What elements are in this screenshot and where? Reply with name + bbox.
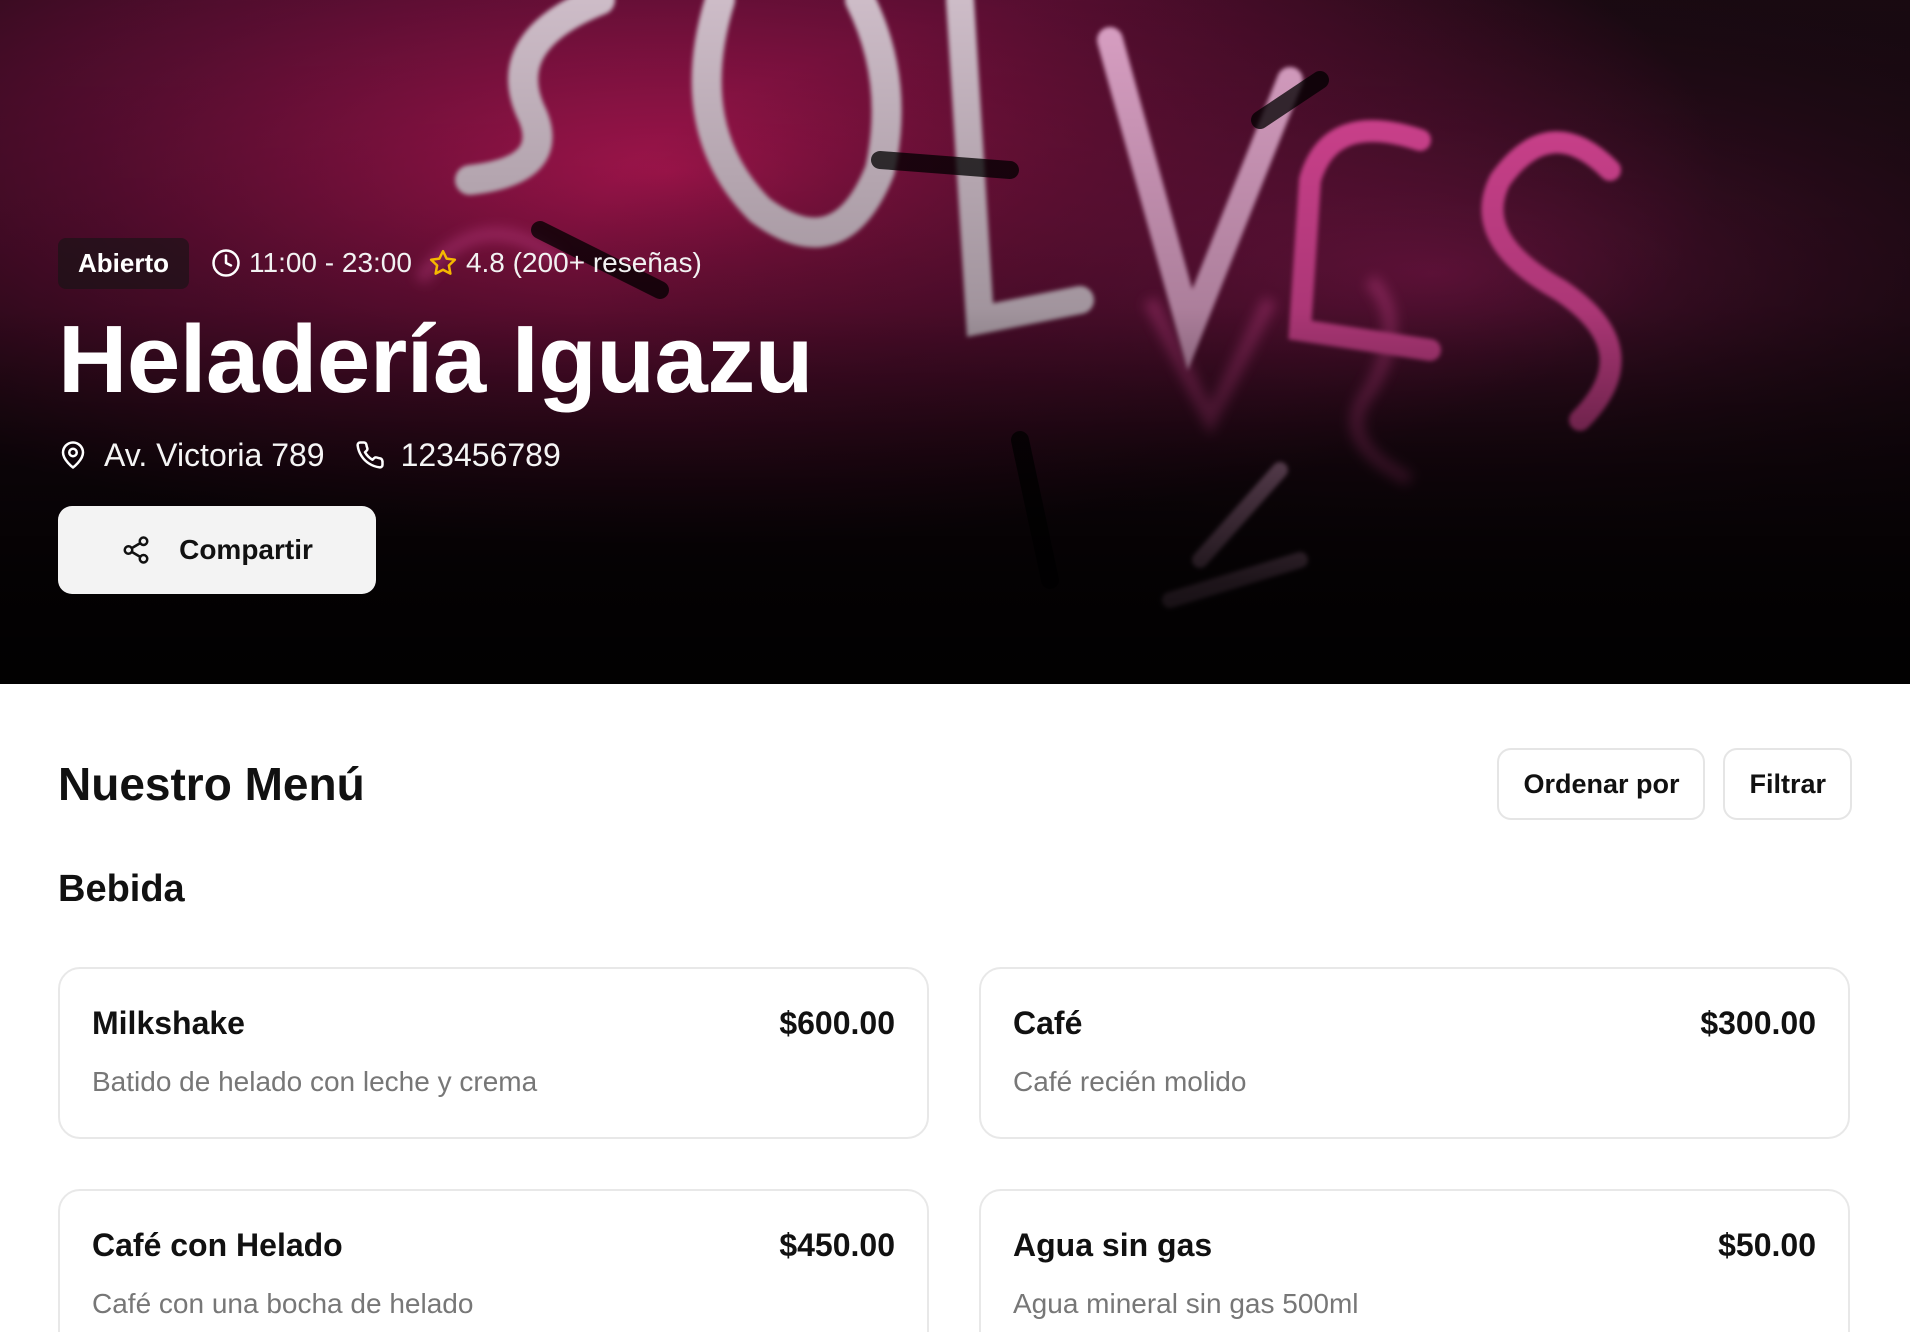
opening-hours: 11:00 - 23:00 xyxy=(211,247,412,279)
menu-item-name: Agua sin gas xyxy=(1013,1227,1213,1263)
restaurant-name: Heladería Iguazu xyxy=(58,306,813,413)
menu-item-price: $600.00 xyxy=(779,1005,895,1041)
hero-banner: Abierto 11:00 - 23:00 4.8 (200+ reseñas) xyxy=(0,0,1910,684)
phone-text: 123456789 xyxy=(400,436,561,473)
menu-item-name: Milkshake xyxy=(92,1005,245,1041)
menu-item-card[interactable]: Milkshake $600.00 Batido de helado con l… xyxy=(58,967,929,1139)
menu-item-header: Café $300.00 xyxy=(1013,1005,1816,1042)
menu-item-price: $300.00 xyxy=(1700,1005,1816,1041)
phone[interactable]: 123456789 xyxy=(355,437,561,474)
share-button[interactable]: Compartir xyxy=(58,505,376,594)
status-badge: Abierto xyxy=(58,237,189,289)
star-icon xyxy=(428,248,458,278)
hero-content: Abierto 11:00 - 23:00 4.8 (200+ reseñas) xyxy=(58,237,1852,594)
menu-header: Nuestro Menú Ordenar por Filtrar xyxy=(58,748,1852,820)
menu-item-description: Batido de helado con leche y crema xyxy=(92,1066,538,1097)
menu-items-grid: Milkshake $600.00 Batido de helado con l… xyxy=(58,967,1852,1332)
menu-item-description: Agua mineral sin gas 500ml xyxy=(1013,1288,1359,1319)
hero-meta-row: Abierto 11:00 - 23:00 4.8 (200+ reseñas) xyxy=(58,237,1852,289)
menu-item-card[interactable]: Café con Helado $450.00 Café con una boc… xyxy=(58,1189,929,1332)
menu-item-card[interactable]: Agua sin gas $50.00 Agua mineral sin gas… xyxy=(979,1189,1850,1332)
sort-button[interactable]: Ordenar por xyxy=(1497,748,1706,820)
menu-item-name: Café con Helado xyxy=(92,1227,343,1263)
address-text: Av. Victoria 789 xyxy=(104,436,325,473)
menu-item-description: Café con una bocha de helado xyxy=(92,1288,474,1319)
menu-title: Nuestro Menú xyxy=(58,758,365,810)
menu-item-header: Café con Helado $450.00 xyxy=(92,1227,895,1264)
category-title: Bebida xyxy=(58,868,185,910)
menu-item-price: $50.00 xyxy=(1718,1227,1816,1263)
menu-actions: Ordenar por Filtrar xyxy=(1479,748,1852,820)
share-button-label: Compartir xyxy=(179,533,313,565)
menu-item-card[interactable]: Café $300.00 Café recién molido xyxy=(979,967,1850,1139)
menu-section: Nuestro Menú Ordenar por Filtrar Bebida … xyxy=(0,748,1910,1332)
map-pin-icon xyxy=(58,439,88,471)
menu-item-name: Café xyxy=(1013,1005,1083,1041)
rating-text: 4.8 (200+ reseñas) xyxy=(465,247,702,278)
rating: 4.8 (200+ reseñas) xyxy=(428,247,702,279)
filter-button[interactable]: Filtrar xyxy=(1723,748,1852,820)
opening-hours-text: 11:00 - 23:00 xyxy=(249,247,412,278)
menu-item-price: $450.00 xyxy=(779,1227,895,1263)
phone-icon xyxy=(355,440,385,470)
address: Av. Victoria 789 xyxy=(58,437,325,474)
clock-icon xyxy=(211,248,241,278)
menu-item-header: Agua sin gas $50.00 xyxy=(1013,1227,1816,1264)
contact-row: Av. Victoria 789 123456789 xyxy=(58,437,1852,474)
menu-item-header: Milkshake $600.00 xyxy=(92,1005,895,1042)
menu-item-description: Café recién molido xyxy=(1013,1066,1247,1097)
share-icon xyxy=(121,535,151,565)
